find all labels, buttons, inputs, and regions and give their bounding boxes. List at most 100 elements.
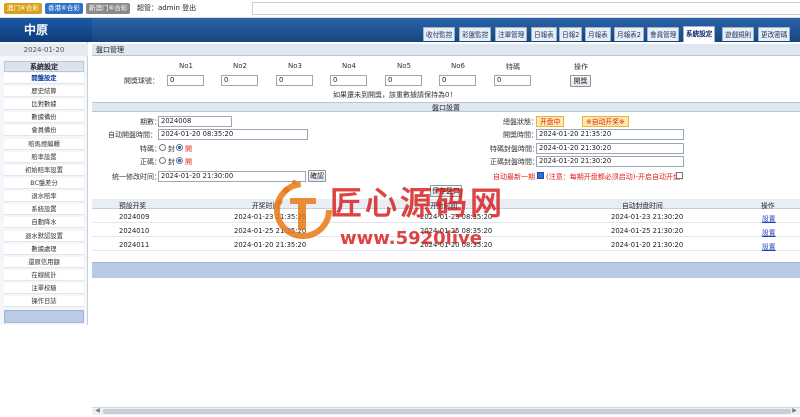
tema-option-close: 封	[168, 145, 175, 153]
watermark-url: www.5920live	[340, 228, 482, 249]
sidebar-item-marquee-edit[interactable]: 賠馬燈編輯	[4, 139, 84, 150]
row2-set-link[interactable]: 設置	[762, 227, 776, 237]
row1-set-link[interactable]: 設置	[762, 213, 776, 223]
zhengma-option-close: 封	[168, 158, 175, 166]
auto-latest-checkbox[interactable]	[537, 172, 544, 179]
sidebar-item-history-settlement[interactable]: 歷史結算	[4, 86, 84, 97]
zhengma-label: 正碼：	[140, 158, 161, 166]
col-no5: No5	[397, 62, 411, 70]
scroll-right-icon[interactable]: ▶	[791, 407, 798, 415]
ball-input-2[interactable]: 0	[221, 75, 258, 86]
row3-set-link[interactable]: 設置	[762, 241, 776, 251]
app-root: 澳门⑥合彩 香港⑥合彩 新澳门⑥合彩 超管：admin 登出 中原 收付監控 彩…	[0, 0, 800, 417]
sidebar-item-restore-credit[interactable]: 還原信用額	[4, 257, 84, 268]
tab-daily-report[interactable]: 日報表	[531, 27, 557, 41]
sidebar-item-compare-data[interactable]: 比對數據	[4, 99, 84, 110]
header-bar	[0, 18, 800, 42]
tab-payment-monitor[interactable]: 收付監控	[423, 27, 456, 41]
sidebar-item-open-settings[interactable]: 開盤設定	[4, 73, 84, 84]
tema-close-input[interactable]: 2024-01-20 21:30:20	[536, 143, 684, 154]
sidebar-item-initial-odds[interactable]: 初始賠率設置	[4, 165, 84, 176]
watermark-logo	[274, 180, 332, 239]
draw-time-input[interactable]: 2024-01-20 21:35:20	[536, 129, 684, 140]
scrollbar-thumb[interactable]	[103, 409, 791, 414]
col-no1: No1	[179, 62, 193, 70]
sidebar-item-bc-spread[interactable]: BC盤差分	[4, 178, 84, 189]
tema-label: 特碼：	[140, 145, 161, 153]
col-operation: 操作	[574, 63, 588, 71]
tema-radio-close[interactable]	[159, 144, 166, 151]
watermark-text: 匠心源码网	[330, 184, 506, 222]
auto-open-input[interactable]: 2024-01-20 08:35:20	[158, 129, 308, 140]
sidebar-item-online-stats[interactable]: 在線統計	[4, 270, 84, 281]
sidebar-item-operation-log[interactable]: 操作日誌	[4, 296, 84, 307]
tab-odds-monitor[interactable]: 彩盤監控	[459, 27, 492, 41]
auto-draw-toggle[interactable]: ※自动开奖※	[582, 116, 629, 127]
tema-radio-open[interactable]	[176, 144, 183, 151]
tema-option-open: 開	[185, 145, 192, 153]
zhengma-option-open: 開	[185, 158, 192, 166]
tema-close-label: 特碼封盤時間：	[490, 145, 539, 153]
ball-input-3[interactable]: 0	[276, 75, 313, 86]
tab-system-settings[interactable]: 系統設定	[683, 26, 716, 42]
sidebar-item-bet-verify[interactable]: 注單校驗	[4, 283, 84, 294]
sidebar-footer	[4, 310, 84, 323]
auto-open-checkbox[interactable]	[676, 172, 683, 179]
sidebar-section-title: 系統設定	[4, 61, 84, 72]
th-auto-close: 自动封盘时间	[622, 202, 663, 210]
col-tema: 特碼	[506, 63, 520, 71]
ball-note: 如果還未到開獎，該重數據請保持為0！	[333, 91, 457, 99]
sidebar-item-odds-settings[interactable]: 賠率設置	[4, 152, 84, 163]
col-no4: No4	[342, 62, 356, 70]
tab-daily-report-2[interactable]: 日報2	[559, 27, 583, 41]
ball-input-1[interactable]: 0	[167, 75, 204, 86]
ball-input-6[interactable]: 0	[439, 75, 476, 86]
row1-close-time: 2024-01-23 21:30:20	[611, 213, 684, 221]
auto-open-warning: (注意：每期开盘都必须启动)-开启自动开盘：	[546, 173, 687, 181]
lottery-button-hongkong[interactable]: 香港⑥合彩	[45, 3, 83, 14]
sidebar-item-member-backup[interactable]: 會員備份	[4, 125, 84, 136]
row3-period: 2024011	[119, 241, 150, 249]
tab-game-rules[interactable]: 遊戲規則	[722, 27, 755, 41]
period-input[interactable]: 2024008	[158, 116, 232, 127]
row1-period: 2024009	[119, 213, 150, 221]
unify-time-label: 统一修改时间：	[112, 173, 161, 181]
user-info[interactable]: 超管：admin 登出	[137, 3, 196, 14]
col-no2: No2	[233, 62, 247, 70]
sidebar-item-auto-lower-rebate[interactable]: 自動降水	[4, 217, 84, 228]
sidebar-item-data-backup[interactable]: 數據備份	[4, 112, 84, 123]
th-operation: 操作	[761, 202, 775, 210]
footer-bar	[92, 262, 800, 278]
ball-row-label: 開獎球號：	[124, 77, 159, 85]
th-preset: 預設开奖	[119, 202, 147, 210]
zhengma-radio-close[interactable]	[159, 157, 166, 164]
ball-input-tema[interactable]: 0	[494, 75, 531, 86]
tab-monthly-report[interactable]: 月報表	[585, 27, 611, 41]
top-input[interactable]	[252, 2, 800, 15]
col-no3: No3	[288, 62, 302, 70]
scroll-left-icon[interactable]: ◀	[94, 407, 101, 415]
lottery-button-new-macau[interactable]: 新澳门⑥合彩	[86, 3, 131, 14]
tab-change-password[interactable]: 更改密碼	[758, 27, 791, 41]
tab-member-management[interactable]: 會員管理	[647, 27, 680, 41]
zhengma-close-label: 正碼封盤時間：	[490, 158, 539, 166]
panel-title: 盤口管理	[92, 44, 800, 56]
open-draw-button[interactable]: 開獎	[570, 75, 591, 87]
ball-input-4[interactable]: 0	[330, 75, 367, 86]
sidebar-item-rebate-odds[interactable]: 退水賠率	[4, 191, 84, 202]
ball-input-5[interactable]: 0	[385, 75, 422, 86]
site-logo: 中原	[0, 18, 92, 42]
sidebar-item-default-rebate[interactable]: 退水默認設置	[4, 231, 84, 242]
status-open-badge[interactable]: 开盘中	[536, 116, 565, 127]
zhengma-close-input[interactable]: 2024-01-20 21:30:20	[536, 156, 684, 167]
tab-monthly-report-2[interactable]: 月報表2	[614, 27, 644, 41]
tab-bet-management[interactable]: 注單管理	[495, 27, 528, 41]
sidebar-item-system-settings[interactable]: 系統設置	[4, 204, 84, 215]
row2-period: 2024010	[119, 227, 150, 235]
col-no6: No6	[451, 62, 465, 70]
row3-close-time: 2024-01-20 21:30:20	[611, 241, 684, 249]
zhengma-radio-open[interactable]	[176, 157, 183, 164]
lottery-button-macau[interactable]: 澳门⑥合彩	[4, 3, 42, 14]
status-label: 總盤狀態：	[503, 118, 538, 126]
sidebar-item-data-processing[interactable]: 數據處理	[4, 244, 84, 255]
